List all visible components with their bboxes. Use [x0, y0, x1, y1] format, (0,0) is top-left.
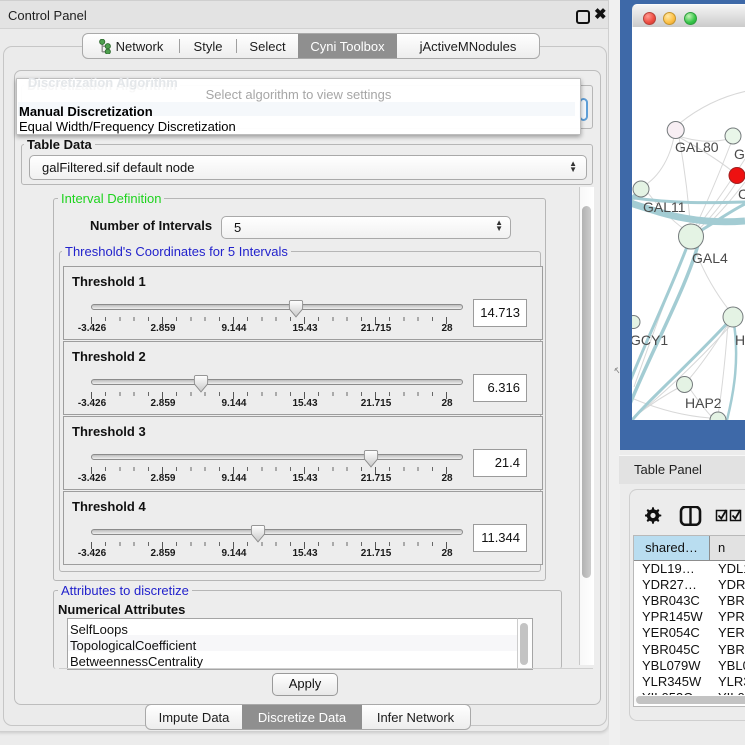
svg-text:H: H [735, 332, 745, 348]
svg-text:C: C [738, 186, 745, 202]
svg-text:GAL80: GAL80 [675, 139, 719, 155]
svg-text:HAP2: HAP2 [685, 395, 722, 411]
svg-text:GAL11: GAL11 [643, 199, 686, 215]
svg-text:GCY1: GCY1 [632, 332, 668, 348]
svg-text:G.: G. [734, 146, 745, 162]
svg-text:GAL4: GAL4 [692, 250, 728, 266]
